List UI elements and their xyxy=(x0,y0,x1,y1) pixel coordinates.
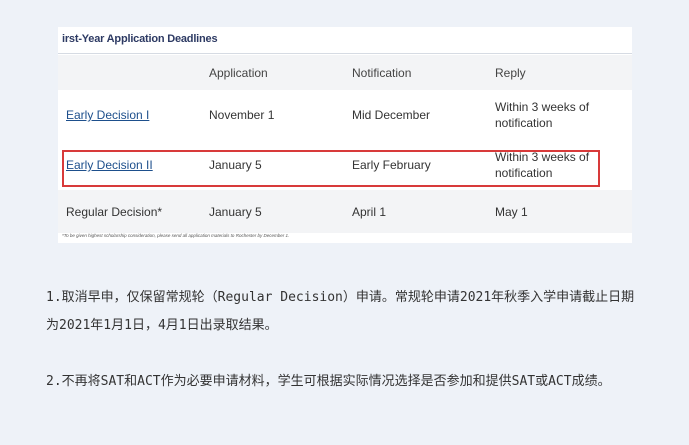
plan-cell: Regular Decision* xyxy=(58,190,201,233)
table-row: Regular Decision* January 5 April 1 May … xyxy=(58,190,632,233)
table-footnote: *To be given highest scholarship conside… xyxy=(62,233,290,238)
plan-cell: Early Decision I xyxy=(58,90,201,140)
header-notification: Notification xyxy=(344,55,487,90)
deadlines-table: Application Notification Reply Early Dec… xyxy=(58,55,632,233)
early-decision-1-link[interactable]: Early Decision I xyxy=(66,108,149,122)
table-row: Early Decision I November 1 Mid December… xyxy=(58,90,632,140)
paragraph-1: 1.取消早申，仅保留常规轮（Regular Decision）申请。常规轮申请2… xyxy=(46,290,635,333)
title-divider xyxy=(58,53,632,54)
table-title: irst-Year Application Deadlines xyxy=(62,33,218,45)
table-header-row: Application Notification Reply xyxy=(58,55,632,90)
deadlines-card: irst-Year Application Deadlines Applicat… xyxy=(58,27,632,243)
paragraph-2: 2.不再将SAT和ACT作为必要申请材料，学生可根据实际情况选择是否参加和提供S… xyxy=(46,374,611,389)
highlight-annotation-box xyxy=(62,150,600,187)
application-cell: November 1 xyxy=(209,108,275,122)
header-plan xyxy=(58,55,201,90)
application-cell: January 5 xyxy=(201,190,344,233)
reply-cell: Within 3 weeks of notification xyxy=(495,100,590,130)
reply-cell: May 1 xyxy=(487,190,632,233)
header-application: Application xyxy=(201,55,344,90)
notification-cell: April 1 xyxy=(344,190,487,233)
header-reply: Reply xyxy=(487,55,632,90)
notification-cell: Mid December xyxy=(352,108,431,122)
